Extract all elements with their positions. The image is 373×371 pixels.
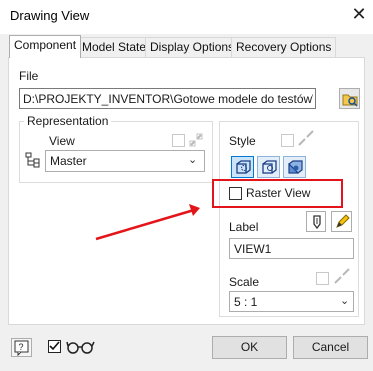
- representation-label: Representation: [24, 114, 112, 128]
- view-checkbox[interactable]: [172, 134, 185, 147]
- hidden-line-removed-style-button[interactable]: [257, 156, 280, 178]
- svg-text:?: ?: [19, 342, 24, 352]
- tab-model-state[interactable]: Model State: [77, 37, 152, 57]
- cancel-button[interactable]: Cancel: [293, 336, 368, 359]
- chevron-down-icon: ⌄: [340, 295, 350, 307]
- help-button[interactable]: ?: [11, 338, 32, 357]
- shaded-style-icon: [288, 160, 303, 174]
- label-section-label: Label: [229, 220, 259, 234]
- style-checkbox[interactable]: [281, 134, 294, 147]
- browse-button[interactable]: [339, 88, 360, 109]
- chevron-down-icon: ⌄: [188, 154, 198, 166]
- file-path-field[interactable]: D:\PROJEKTY_INVENTOR\Gotowe modele do te…: [19, 88, 316, 109]
- annotation-highlight-box: [212, 179, 343, 208]
- open-folder-icon: [342, 94, 358, 107]
- red-annotation-arrow: [95, 204, 200, 241]
- view-value: Master: [50, 154, 87, 168]
- ok-button[interactable]: OK: [212, 336, 287, 359]
- pencil-icon: [336, 214, 350, 228]
- bottom-checkbox[interactable]: [48, 340, 61, 353]
- edit-label-button[interactable]: [331, 211, 352, 232]
- drawing-view-dialog: Drawing View ✕ Component Model State Dis…: [0, 0, 373, 371]
- tab-display-options[interactable]: Display Options: [145, 37, 240, 57]
- file-path-value: D:\PROJEKTY_INVENTOR\Gotowe modele do te…: [23, 92, 313, 106]
- scale-dropdown[interactable]: 5 : 1 ⌄: [229, 291, 354, 312]
- label-visibility-icon: [313, 215, 321, 230]
- file-label: File: [19, 69, 39, 83]
- view-label: View: [49, 134, 75, 148]
- label-field[interactable]: VIEW1: [229, 238, 354, 259]
- check-mark-icon: [49, 341, 60, 351]
- close-icon[interactable]: ✕: [351, 5, 367, 23]
- style-link-icon: [298, 130, 314, 146]
- style-label: Style: [229, 134, 256, 148]
- tree-structure-icon: [25, 152, 40, 168]
- view-dropdown[interactable]: Master ⌄: [45, 150, 205, 172]
- hidden-line-style-icon: [236, 160, 251, 174]
- window-title: Drawing View: [10, 8, 90, 23]
- link-broken-icon: [189, 133, 203, 147]
- scale-link-icon: [334, 268, 350, 284]
- scale-value: 5 : 1: [234, 295, 258, 309]
- help-icon: ?: [14, 340, 29, 356]
- scale-checkbox[interactable]: [316, 272, 329, 285]
- hidden-line-style-button[interactable]: [231, 156, 254, 178]
- label-visibility-button[interactable]: [306, 211, 326, 232]
- scale-label: Scale: [229, 275, 260, 289]
- hidden-line-removed-style-icon: [262, 160, 277, 174]
- tab-recovery-options[interactable]: Recovery Options: [231, 37, 337, 57]
- glasses-icon: [66, 341, 95, 354]
- tab-component[interactable]: Component: [9, 35, 82, 58]
- shaded-style-button[interactable]: [283, 156, 306, 178]
- label-value: VIEW1: [234, 242, 272, 256]
